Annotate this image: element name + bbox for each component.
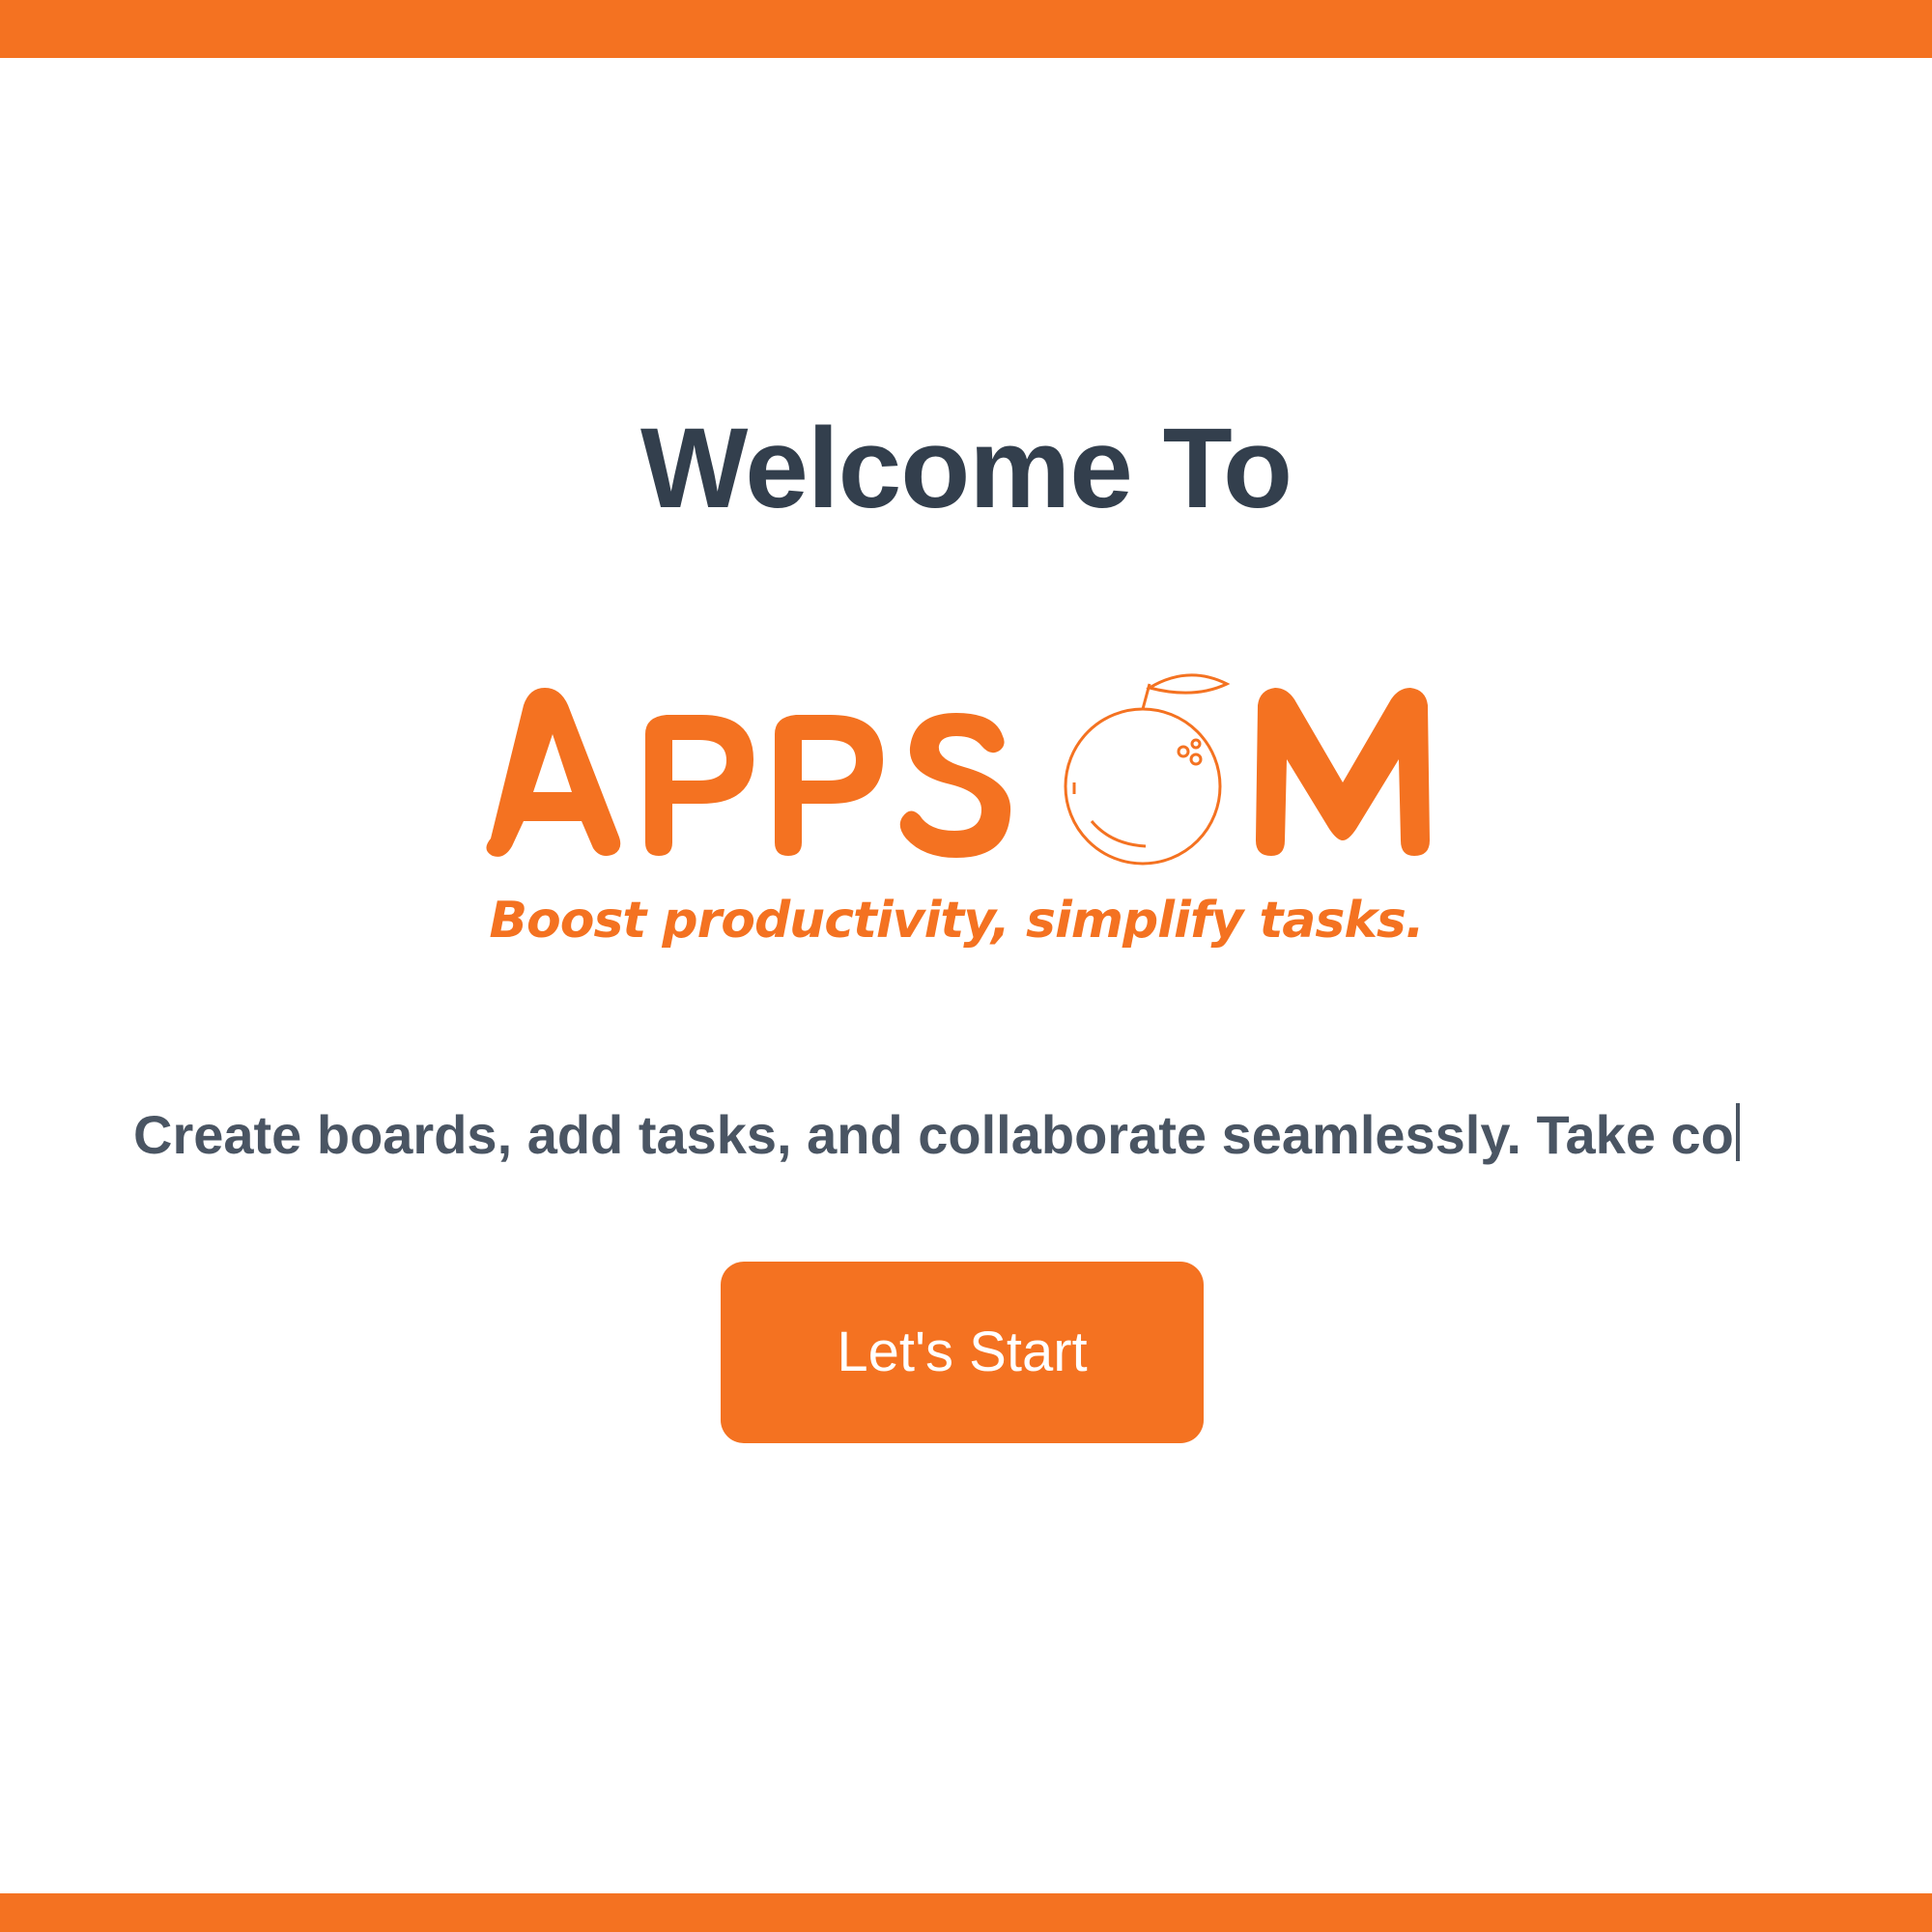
top-accent-bar <box>0 0 1932 58</box>
typed-description: Create boards, add tasks, and collaborat… <box>133 1099 1740 1171</box>
appsom-wordmark-logo <box>486 673 1430 866</box>
description-text: Create boards, add tasks, and collaborat… <box>133 1104 1734 1165</box>
appsom-logo: Boost productivity, simplify tasks. <box>473 667 1459 976</box>
text-cursor <box>1735 1103 1740 1161</box>
logo-letter-p1 <box>645 715 753 856</box>
welcome-page: Welcome To Boost productivity, simplify … <box>0 0 1932 1932</box>
bottom-accent-bar <box>0 1893 1932 1932</box>
lets-start-button[interactable]: Let's Start <box>721 1262 1204 1443</box>
logo-letter-p2 <box>775 715 883 856</box>
logo-letter-s <box>899 713 1011 858</box>
logo-tagline: Boost productivity, simplify tasks. <box>489 892 1424 950</box>
logo-letter-a <box>486 688 621 857</box>
orange-fruit-icon <box>1064 673 1231 866</box>
welcome-heading: Welcome To <box>639 405 1293 532</box>
logo-letter-m <box>1256 688 1430 856</box>
